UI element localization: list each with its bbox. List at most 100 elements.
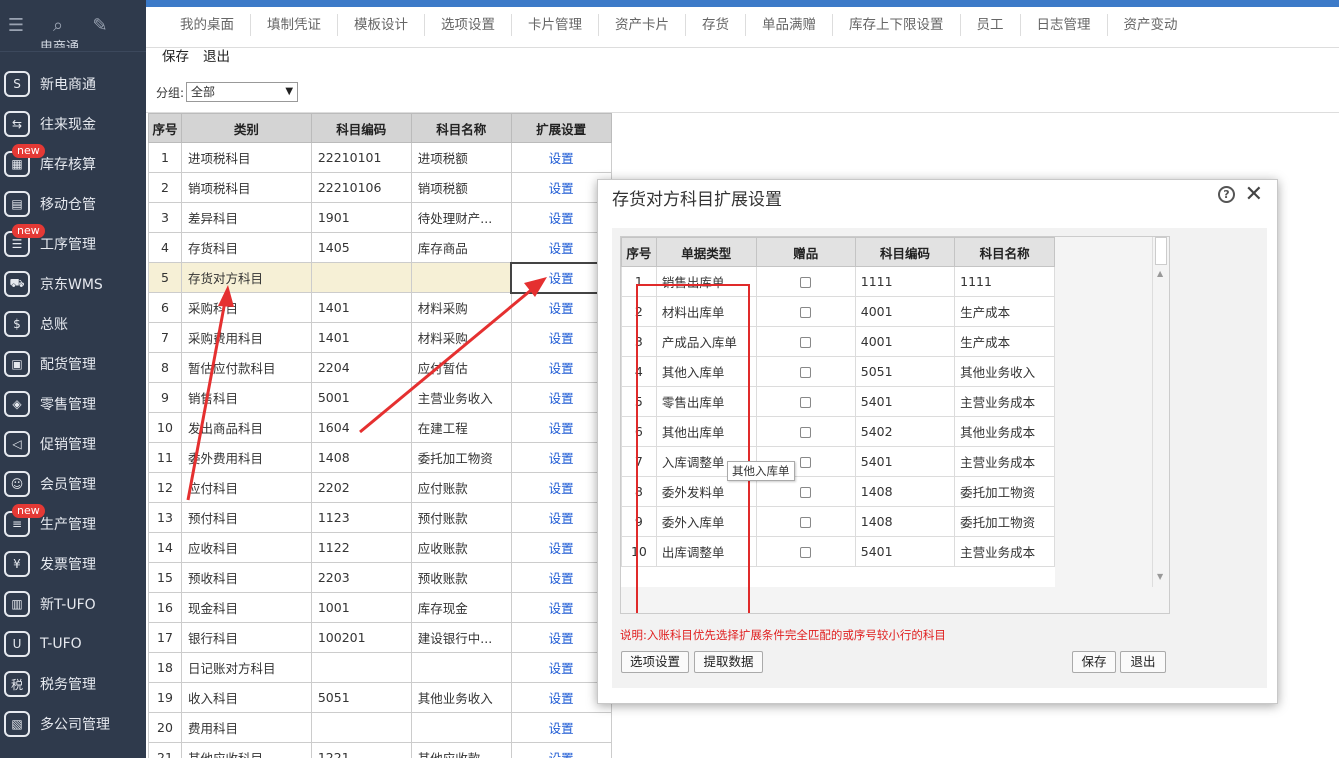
account-code-cell[interactable]: 100201 xyxy=(310,622,412,653)
save-button[interactable]: 保存 xyxy=(162,48,189,66)
exit-button[interactable]: 退出 xyxy=(203,48,230,66)
table-row[interactable]: 12 应付科目 2202 应付账款 设置 xyxy=(148,472,612,503)
sub-table-row[interactable]: 4 其他入库单 5051 其他业务收入 xyxy=(621,356,1055,387)
scrollbar-thumb[interactable] xyxy=(1155,237,1167,265)
table-row[interactable]: 1 进项税科目 22210101 进项税额 设置 xyxy=(148,142,612,173)
table-row[interactable]: 18 日记账对方科目 设置 xyxy=(148,652,612,683)
gift-checkbox[interactable] xyxy=(800,397,812,408)
sub-table-row[interactable]: 8 委外发料单 1408 委托加工物资 xyxy=(621,476,1055,507)
sidebar-item[interactable]: 税税务管理 xyxy=(0,664,146,704)
tab[interactable]: 单品满赠 xyxy=(746,14,833,36)
options-settings-button[interactable]: 选项设置 xyxy=(621,651,689,673)
dialog-save-button[interactable]: 保存 xyxy=(1072,651,1116,673)
table-row[interactable]: 7 采购费用科目 1401 材料采购 设置 xyxy=(148,322,612,353)
fetch-data-button[interactable]: 提取数据 xyxy=(694,651,763,673)
table-row[interactable]: 5 存货对方科目 设置 xyxy=(148,261,612,294)
sidebar-item[interactable]: $ 总账 xyxy=(0,304,146,344)
table-row[interactable]: 9 销售科目 5001 主营业务收入 设置 xyxy=(148,382,612,413)
tab[interactable]: 选项设置 xyxy=(425,14,512,36)
account-code-cell[interactable]: 1604 xyxy=(310,412,412,443)
table-row[interactable]: 21其他应收科目1221其他应收款设置 xyxy=(148,742,612,758)
table-row[interactable]: 19 收入科目 5051 其他业务收入 设置 xyxy=(148,682,612,713)
gift-checkbox[interactable] xyxy=(800,517,812,528)
gift-checkbox[interactable] xyxy=(800,457,812,468)
sidebar-item[interactable]: ⇆ 往来现金 xyxy=(0,104,146,144)
group-select[interactable]: 全部 xyxy=(186,82,299,102)
sidebar-item[interactable]: ▣ 配货管理 xyxy=(0,344,146,384)
tab[interactable]: 库存上下限设置 xyxy=(833,14,961,36)
sub-account-code-cell[interactable]: 5402 xyxy=(854,416,956,447)
account-code-cell[interactable]: 1401 xyxy=(310,292,412,323)
sidebar-item[interactable]: ≡ 生产管理 new xyxy=(0,504,146,544)
account-code-cell[interactable]: 5051 xyxy=(310,682,412,713)
sub-table-row[interactable]: 6 其他出库单 5402 其他业务成本 xyxy=(621,416,1055,447)
account-code-cell[interactable]: 22210106 xyxy=(310,172,412,203)
sub-account-code-cell[interactable]: 1408 xyxy=(854,506,956,537)
tab[interactable]: 填制凭证 xyxy=(251,14,338,36)
tab[interactable]: 员工 xyxy=(961,14,1021,36)
account-code-cell[interactable] xyxy=(310,652,412,683)
sub-table-row[interactable]: 2 材料出库单 4001 生产成本 xyxy=(621,296,1055,327)
gift-checkbox[interactable] xyxy=(800,487,812,498)
sidebar-item[interactable]: ☰ 工序管理 new xyxy=(0,224,146,264)
table-row[interactable]: 13 预付科目 1123 预付账款 设置 xyxy=(148,502,612,533)
sub-table-row[interactable]: 1 销售出库单 1111 1111 xyxy=(621,266,1055,297)
sub-table-row[interactable]: 5 零售出库单 5401 主营业务成本 xyxy=(621,386,1055,417)
sub-table-row[interactable]: 9 委外入库单 1408 委托加工物资 xyxy=(621,506,1055,537)
settings-link[interactable]: 设置 xyxy=(510,142,612,173)
account-code-cell[interactable]: 2204 xyxy=(310,352,412,383)
account-code-cell[interactable]: 1123 xyxy=(310,502,412,533)
account-code-cell[interactable]: 1901 xyxy=(310,202,412,233)
account-code-cell[interactable]: 1221 xyxy=(310,742,412,758)
tab[interactable]: 我的桌面 xyxy=(164,14,251,36)
table-row[interactable]: 6 采购科目 1401 材料采购 设置 xyxy=(148,292,612,323)
scroll-down-icon[interactable]: ▼ xyxy=(1157,572,1163,581)
table-row[interactable]: 10 发出商品科目 1604 在建工程 设置 xyxy=(148,412,612,443)
table-row[interactable]: 3 差异科目 1901 待处理财产... 设置 xyxy=(148,202,612,233)
account-code-cell[interactable]: 1122 xyxy=(310,532,412,563)
tab[interactable]: 资产卡片 xyxy=(599,14,686,36)
tab[interactable]: 模板设计 xyxy=(338,14,425,36)
account-code-cell[interactable] xyxy=(310,712,412,743)
edit-icon[interactable]: ✎ xyxy=(90,15,110,36)
account-code-cell[interactable]: 5001 xyxy=(310,382,412,413)
sub-account-code-cell[interactable]: 1408 xyxy=(854,476,956,507)
gift-checkbox[interactable] xyxy=(800,547,812,558)
close-icon[interactable]: ✕ xyxy=(1245,182,1263,207)
sub-table-scrollbar[interactable]: ▲ ▼ xyxy=(1152,237,1169,587)
sidebar-item[interactable]: ⛟ 京东WMS xyxy=(0,264,146,304)
table-row[interactable]: 15 预收科目 2203 预收账款 设置 xyxy=(148,562,612,593)
sidebar-item[interactable]: U T-UFO xyxy=(0,624,146,664)
gift-checkbox[interactable] xyxy=(800,427,812,438)
help-icon[interactable]: ? xyxy=(1218,186,1235,203)
tab[interactable]: 日志管理 xyxy=(1021,14,1108,36)
tab[interactable]: 卡片管理 xyxy=(512,14,599,36)
account-code-cell[interactable] xyxy=(310,262,412,293)
table-row[interactable]: 4 存货科目 1405 库存商品 设置 xyxy=(148,232,612,263)
scroll-up-icon[interactable]: ▲ xyxy=(1157,269,1163,278)
sub-table-row[interactable]: 7 入库调整单 5401 主营业务成本 xyxy=(621,446,1055,477)
table-row[interactable]: 16 现金科目 1001 库存现金 设置 xyxy=(148,592,612,623)
sidebar-item[interactable]: ▤ 移动仓管 xyxy=(0,184,146,224)
sidebar-item[interactable]: ☺ 会员管理 xyxy=(0,464,146,504)
sub-account-code-cell[interactable]: 4001 xyxy=(854,326,956,357)
sidebar-item[interactable]: ▦ 库存核算 new xyxy=(0,144,146,184)
sub-account-code-cell[interactable]: 5051 xyxy=(854,356,956,387)
gift-checkbox[interactable] xyxy=(800,307,812,318)
menu-icon[interactable]: ☰ xyxy=(6,15,26,36)
sidebar-item[interactable]: ▥ 新T-UFO xyxy=(0,584,146,624)
table-row[interactable]: 11 委外费用科目 1408 委托加工物资 设置 xyxy=(148,442,612,473)
tab[interactable]: 存货 xyxy=(686,14,746,36)
table-row[interactable]: 8 暂估应付款科目 2204 应付暂估 设置 xyxy=(148,352,612,383)
account-code-cell[interactable]: 2203 xyxy=(310,562,412,593)
dialog-exit-button[interactable]: 退出 xyxy=(1120,651,1166,673)
table-row[interactable]: 2 销项税科目 22210106 销项税额 设置 xyxy=(148,172,612,203)
account-code-cell[interactable]: 1001 xyxy=(310,592,412,623)
sidebar-item[interactable]: ▧ 多公司管理 xyxy=(0,704,146,744)
account-code-cell[interactable]: 22210101 xyxy=(310,142,412,173)
sub-account-code-cell[interactable]: 4001 xyxy=(854,296,956,327)
sub-account-code-cell[interactable]: 5401 xyxy=(854,446,956,477)
sidebar-item[interactable]: S 新电商通 xyxy=(0,64,146,104)
sub-account-code-cell[interactable]: 5401 xyxy=(854,536,956,567)
search-icon[interactable]: ⌕ xyxy=(48,15,68,36)
